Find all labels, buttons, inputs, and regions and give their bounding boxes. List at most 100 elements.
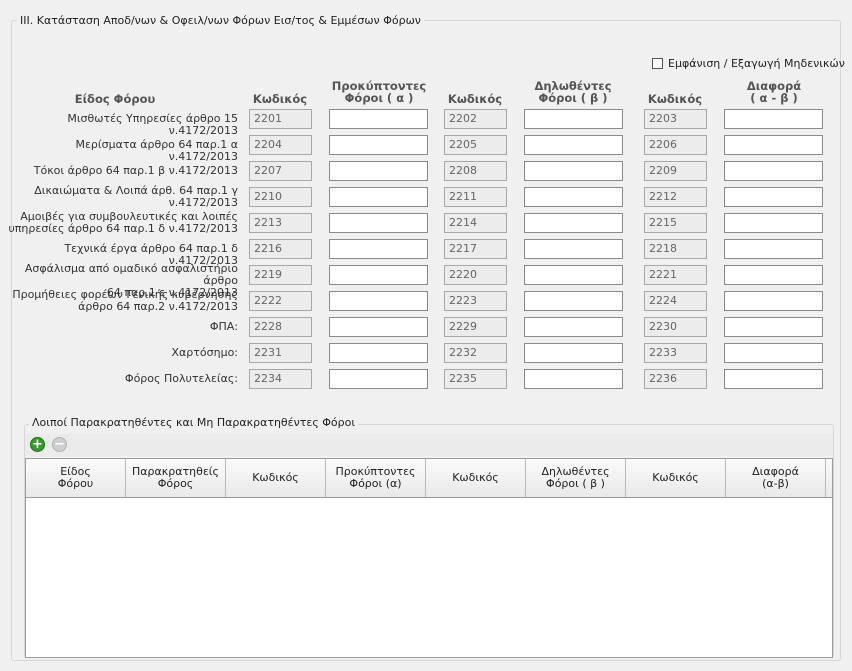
accrued-input[interactable] — [329, 369, 428, 389]
code-field: 2236 — [644, 369, 707, 389]
code-field: 2229 — [444, 317, 507, 337]
row-label: Χαρτόσημο: — [8, 347, 239, 359]
code-field: 2213 — [249, 213, 312, 233]
code-field: 2215 — [644, 213, 707, 233]
row-label: Προμήθειες φορέων Γενικής κυβέρνησης άρθρ… — [8, 289, 238, 313]
code-field: 2202 — [444, 109, 507, 129]
code-field: 2208 — [444, 161, 507, 181]
declared-input[interactable] — [524, 239, 623, 259]
grid-column-header[interactable]: Δηλωθέντες Φόροι ( β ) — [526, 459, 626, 497]
header-code-2: Κωδικός — [447, 92, 503, 106]
grid-column-header[interactable]: Διαφορά (α-β) — [726, 459, 826, 497]
accrued-input[interactable] — [329, 239, 428, 259]
declared-input[interactable] — [524, 317, 623, 337]
grid-column-header[interactable]: Κωδικός — [626, 459, 726, 497]
grid-toolbar: + − — [25, 434, 833, 456]
code-field: 2205 — [444, 135, 507, 155]
show-zeros-checkbox[interactable]: Εμφάνιση / Εξαγωγή Μηδενικών — [652, 57, 845, 70]
row-label: Φόρος Πολυτελείας: — [8, 373, 238, 385]
grid-header: Είδος Φόρου Παρακρατηθείς Φόρος Κωδικός Προκύ… — [26, 459, 832, 498]
other-taxes-grid: Είδος Φόρου Παρακρατηθείς Φόρος Κωδικός Προκύ… — [25, 458, 833, 658]
difference-input[interactable] — [724, 161, 823, 181]
grid-column-header[interactable]: Κωδικός — [226, 459, 326, 497]
accrued-input[interactable] — [329, 265, 428, 285]
accrued-input[interactable] — [329, 161, 428, 181]
grid-column-header[interactable]: Παρακρατηθείς Φόρος — [126, 459, 226, 497]
grid-column-label-line1: Κωδικός — [652, 471, 699, 484]
accrued-input[interactable] — [329, 109, 428, 129]
difference-input[interactable] — [724, 265, 823, 285]
code-field: 2222 — [249, 291, 312, 311]
header-code-1: Κωδικός — [252, 92, 308, 106]
code-field: 2217 — [444, 239, 507, 259]
code-field: 2212 — [644, 187, 707, 207]
grid-column-label: Είδος Φόρου — [58, 466, 93, 490]
plus-circle-icon[interactable]: + — [30, 437, 45, 452]
declared-input[interactable] — [524, 109, 623, 129]
declared-input[interactable] — [524, 161, 623, 181]
difference-input[interactable] — [724, 343, 823, 363]
row-label-line2: ν.4172/2013 — [168, 196, 238, 209]
header-accrued: Προκύπτοντες Φόροι ( α ) — [326, 80, 432, 104]
grid-column-header[interactable]: Κωδικός — [426, 459, 526, 497]
accrued-input[interactable] — [329, 135, 428, 155]
code-field: 2234 — [249, 369, 312, 389]
grid-column-label: Κωδικός — [452, 472, 499, 484]
accrued-input[interactable] — [329, 213, 428, 233]
code-field: 2223 — [444, 291, 507, 311]
declared-input[interactable] — [524, 265, 623, 285]
code-field: 2221 — [644, 265, 707, 285]
accrued-input[interactable] — [329, 187, 428, 207]
header-declared: Δηλωθέντες Φόροι ( β ) — [520, 80, 626, 104]
code-field: 2204 — [249, 135, 312, 155]
declared-input[interactable] — [524, 135, 623, 155]
row-label: Μερίσματα άρθρο 64 παρ.1 α ν.4172/2013 — [8, 139, 239, 163]
header-tax-type: Είδος Φόρου — [74, 92, 156, 106]
code-field: 2224 — [644, 291, 707, 311]
accrued-input[interactable] — [329, 317, 428, 337]
show-zeros-label: Εμφάνιση / Εξαγωγή Μηδενικών — [668, 57, 845, 70]
subsection-title: Λοιποί Παρακρατηθέντες και Μη Παρακρατηθ… — [29, 416, 359, 429]
code-field: 2206 — [644, 135, 707, 155]
grid-column-label: Παρακρατηθείς Φόρος — [132, 466, 219, 490]
difference-input[interactable] — [724, 135, 823, 155]
grid-column-label-line1: Κωδικός — [252, 471, 299, 484]
code-field: 2201 — [249, 109, 312, 129]
header-code-3: Κωδικός — [647, 92, 703, 106]
declared-input[interactable] — [524, 213, 623, 233]
code-field: 2219 — [249, 265, 312, 285]
code-field: 2220 — [444, 265, 507, 285]
minus-circle-icon[interactable]: − — [52, 437, 67, 452]
section-title: III. Κατάσταση Αποδ/νων & Οφειλ/νων Φόρω… — [17, 14, 424, 27]
code-field: 2216 — [249, 239, 312, 259]
grid-column-label: Κωδικός — [652, 472, 699, 484]
difference-input[interactable] — [724, 187, 823, 207]
grid-column-label-line2: (α-β) — [762, 477, 789, 490]
declared-input[interactable] — [524, 369, 623, 389]
row-label: Δικαιώματα & Λοιπά άρθ. 64 παρ.1 γ ν.4172… — [8, 185, 238, 209]
declared-input[interactable] — [524, 343, 623, 363]
code-field: 2209 — [644, 161, 707, 181]
declared-input[interactable] — [524, 187, 623, 207]
header-accrued-line2: Φόροι ( α ) — [344, 91, 414, 105]
grid-column-header[interactable]: Είδος Φόρου — [26, 459, 126, 497]
code-field: 2218 — [644, 239, 707, 259]
checkbox-icon[interactable] — [652, 58, 663, 69]
accrued-input[interactable] — [329, 291, 428, 311]
difference-input[interactable] — [724, 317, 823, 337]
code-field: 2228 — [249, 317, 312, 337]
grid-column-header[interactable]: Προκύπτοντες Φόροι (α) — [326, 459, 426, 497]
difference-input[interactable] — [724, 213, 823, 233]
grid-column-label: Προκύπτοντες Φόροι (α) — [336, 466, 416, 490]
declared-input[interactable] — [524, 291, 623, 311]
code-field: 2232 — [444, 343, 507, 363]
accrued-input[interactable] — [329, 343, 428, 363]
difference-input[interactable] — [724, 369, 823, 389]
code-field: 2211 — [444, 187, 507, 207]
code-field: 2207 — [249, 161, 312, 181]
row-label-line1: Μισθωτές Υπηρεσίες άρθρο 15 ν.4172/2013 — [67, 112, 238, 137]
difference-input[interactable] — [724, 291, 823, 311]
difference-input[interactable] — [724, 239, 823, 259]
code-field: 2235 — [444, 369, 507, 389]
difference-input[interactable] — [724, 109, 823, 129]
